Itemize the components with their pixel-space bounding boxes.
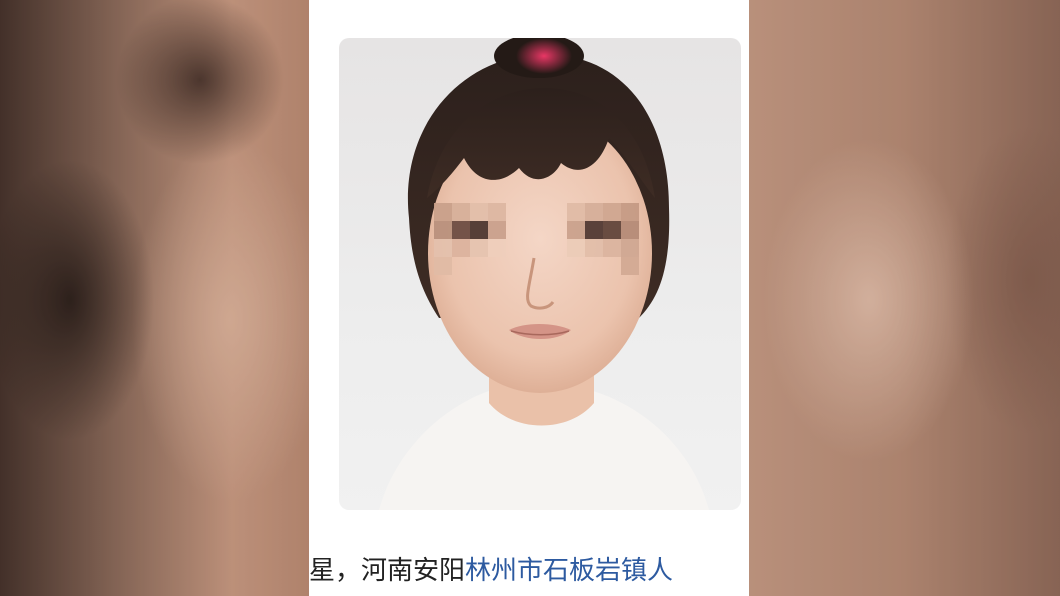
caption-place-link[interactable]: 林州市石板岩镇人 [465,556,673,586]
blurred-background-right [749,0,1060,596]
watermark: @头条 [681,580,711,591]
blurred-background-left [0,0,309,596]
portrait-photo [339,38,741,510]
article-panel: 星，河南安阳林州市石板岩镇人 @头条 [309,0,749,596]
portrait-illustration [379,38,709,510]
caption-plain-text: 星，河南安阳 [309,556,466,586]
